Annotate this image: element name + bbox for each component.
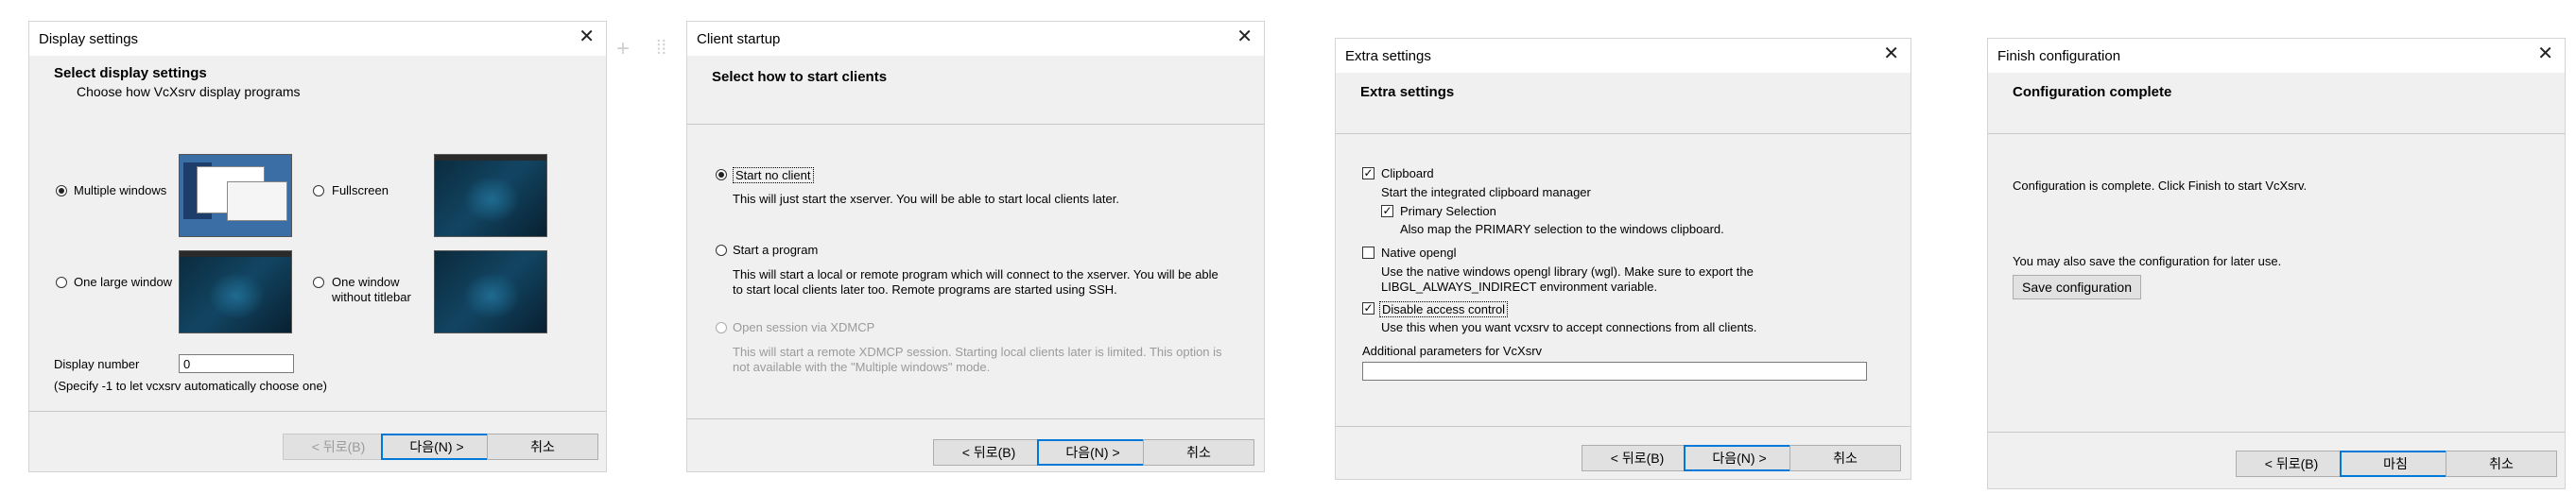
start-program-radio[interactable] [716, 245, 727, 256]
one-window-no-titlebar-label-line2[interactable]: without titlebar [332, 290, 411, 304]
dialog-header: Extra settings [1336, 73, 1910, 134]
title-bar: Client startup ✕ [687, 22, 1264, 56]
xdmcp-label[interactable]: Open session via XDMCP [733, 320, 874, 334]
next-button[interactable]: 다음(N) > [1684, 445, 1795, 471]
footer-divider [687, 418, 1264, 419]
title-bar: Extra settings ✕ [1336, 39, 1910, 73]
header-title: Select display settings [54, 65, 207, 81]
close-icon[interactable]: ✕ [2537, 44, 2553, 63]
clipboard-label[interactable]: Clipboard [1381, 166, 1434, 180]
start-program-label[interactable]: Start a program [733, 243, 818, 257]
native-opengl-label[interactable]: Native opengl [1381, 246, 1457, 260]
display-number-label: Display number [54, 357, 140, 371]
primary-selection-checkbox[interactable]: ✓ [1381, 205, 1393, 217]
close-icon[interactable]: ✕ [1236, 27, 1253, 46]
complete-message: Configuration is complete. Click Finish … [2013, 179, 2308, 193]
cancel-button[interactable]: 취소 [1143, 439, 1254, 466]
save-configuration-button[interactable]: Save configuration [2013, 275, 2141, 299]
native-opengl-checkbox[interactable] [1362, 247, 1374, 259]
clipboard-checkbox[interactable]: ✓ [1362, 167, 1374, 179]
fullscreen-label[interactable]: Fullscreen [332, 183, 389, 197]
primary-selection-description: Also map the PRIMARY selection to the wi… [1400, 222, 1724, 236]
dialog-header: Select display settings Choose how VcXsr… [29, 56, 606, 139]
start-no-client-radio[interactable] [716, 169, 727, 180]
primary-selection-label[interactable]: Primary Selection [1400, 204, 1496, 218]
dialog-header: Configuration complete [1988, 73, 2565, 134]
fullscreen-preview-image [434, 154, 547, 237]
next-button[interactable]: 다음(N) > [1037, 439, 1149, 466]
drag-grip-icon: ⁞⁞ [656, 38, 667, 59]
close-icon[interactable]: ✕ [1883, 44, 1899, 63]
header-title: Select how to start clients [712, 69, 888, 85]
client-startup-dialog: Client startup ✕ Select how to start cli… [686, 21, 1265, 472]
next-button[interactable]: 다음(N) > [381, 434, 493, 460]
clipboard-description: Start the integrated clipboard manager [1381, 185, 1591, 199]
one-large-window-preview-image [179, 250, 292, 333]
one-window-no-titlebar-preview-image [434, 250, 547, 333]
back-button[interactable]: < 뒤로(B) [1582, 445, 1693, 471]
finish-button[interactable]: 마침 [2340, 451, 2451, 477]
one-window-no-titlebar-radio[interactable] [313, 277, 324, 288]
finish-configuration-dialog: Finish configuration ✕ Configuration com… [1987, 38, 2566, 489]
footer-divider [1336, 426, 1910, 427]
dialog-title: Display settings [39, 31, 139, 47]
extra-settings-dialog: Extra settings ✕ Extra settings ✓ Clipbo… [1335, 38, 1911, 480]
back-button[interactable]: < 뒤로(B) [933, 439, 1045, 466]
back-button[interactable]: < 뒤로(B) [2236, 451, 2347, 477]
disable-access-control-label[interactable]: Disable access control [1379, 301, 1509, 317]
title-bar: Finish configuration ✕ [1988, 39, 2565, 73]
cancel-button[interactable]: 취소 [487, 434, 598, 460]
cancel-button[interactable]: 취소 [2446, 451, 2557, 477]
header-title: Extra settings [1360, 84, 1455, 100]
one-large-window-label[interactable]: One large window [74, 275, 172, 289]
display-settings-dialog: Display settings ✕ Select display settin… [28, 21, 607, 472]
header-title: Configuration complete [2013, 84, 2172, 100]
plus-icon: + [616, 36, 631, 61]
disable-access-control-checkbox[interactable]: ✓ [1362, 302, 1374, 315]
start-no-client-label[interactable]: Start no client [733, 167, 814, 183]
xdmcp-radio[interactable] [716, 322, 727, 333]
dialog-title: Client startup [697, 31, 781, 47]
display-number-hint: (Specify -1 to let vcxsrv automatically … [54, 379, 328, 393]
footer-divider [29, 411, 606, 412]
fullscreen-radio[interactable] [313, 185, 324, 196]
header-subtitle: Choose how VcXsrv display programs [77, 84, 301, 99]
additional-parameters-input[interactable] [1362, 362, 1867, 381]
multiple-windows-radio[interactable] [56, 185, 67, 196]
display-number-input[interactable] [179, 354, 294, 373]
disable-access-control-description: Use this when you want vcxsrv to accept … [1381, 320, 1757, 334]
start-no-client-description: This will just start the xserver. You wi… [733, 192, 1119, 206]
footer-divider [1988, 432, 2565, 433]
dialog-title: Extra settings [1345, 48, 1431, 64]
dialog-header: Select how to start clients [687, 56, 1264, 125]
one-large-window-radio[interactable] [56, 277, 67, 288]
xdmcp-description: This will start a remote XDMCP session. … [733, 345, 1222, 374]
native-opengl-description-line1: Use the native windows opengl library (w… [1381, 264, 1754, 279]
save-hint: You may also save the configuration for … [2013, 254, 2282, 268]
one-window-no-titlebar-label-line1[interactable]: One window [332, 275, 400, 289]
start-program-description: This will start a local or remote progra… [733, 267, 1219, 297]
title-bar: Display settings ✕ [29, 22, 606, 56]
close-icon[interactable]: ✕ [579, 27, 595, 46]
multiple-windows-label[interactable]: Multiple windows [74, 183, 166, 197]
cancel-button[interactable]: 취소 [1789, 445, 1901, 471]
native-opengl-description-line2: LIBGL_ALWAYS_INDIRECT environment variab… [1381, 280, 1658, 294]
multiple-windows-preview-image [179, 154, 292, 237]
dialog-title: Finish configuration [1997, 48, 2121, 64]
additional-parameters-label: Additional parameters for VcXsrv [1362, 344, 1543, 358]
back-button[interactable]: < 뒤로(B) [283, 434, 394, 460]
